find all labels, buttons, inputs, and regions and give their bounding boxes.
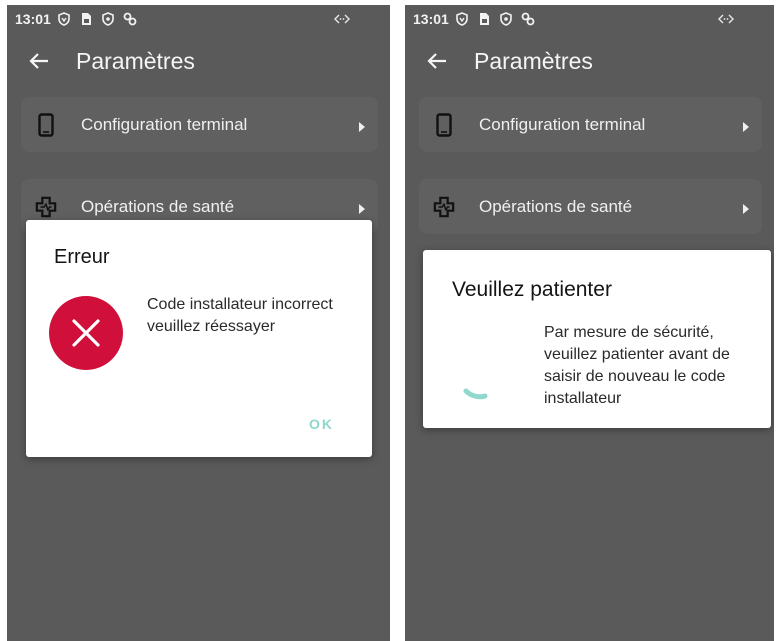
link-icon: [123, 12, 137, 26]
security-shield-icon: [101, 12, 115, 26]
phone-icon: [35, 112, 57, 138]
menu-item-label: Configuration terminal: [81, 114, 248, 134]
screen-error: 13:01 Paramètres Configuration terminal: [7, 5, 390, 641]
health-cross-icon: [35, 194, 57, 220]
chevron-right-icon: [358, 200, 366, 214]
security-shield-icon: [499, 12, 513, 26]
dialog-title: Erreur: [54, 246, 110, 268]
dialog-title: Veuillez patienter: [452, 278, 612, 301]
ethernet-icon: [718, 12, 734, 26]
ok-button[interactable]: OK: [309, 416, 334, 432]
shield-badge-icon: [455, 12, 469, 26]
menu-item-configuration-terminal[interactable]: Configuration terminal: [419, 97, 762, 152]
status-bar: 13:01: [7, 5, 390, 33]
chevron-right-icon: [742, 200, 750, 214]
page-title: Paramètres: [76, 47, 195, 74]
phone-icon: [433, 112, 455, 138]
back-arrow-icon[interactable]: [426, 50, 448, 72]
menu-item-label: Opérations de santé: [479, 196, 633, 216]
page-title: Paramètres: [474, 47, 593, 74]
app-bar: Paramètres: [405, 43, 774, 79]
loading-spinner-icon: [463, 386, 489, 402]
status-time: 13:01: [15, 11, 51, 27]
menu-item-label: Opérations de santé: [81, 196, 235, 216]
back-arrow-icon[interactable]: [28, 50, 50, 72]
menu-item-operations-sante[interactable]: Opérations de santé: [419, 179, 762, 234]
dialog-message: Code installateur incorrect veuillez rée…: [147, 296, 333, 335]
ethernet-icon: [334, 12, 350, 26]
status-time: 13:01: [413, 11, 449, 27]
chevron-right-icon: [358, 118, 366, 132]
status-bar: 13:01: [405, 5, 774, 33]
error-x-icon: [48, 295, 124, 371]
menu-item-configuration-terminal[interactable]: Configuration terminal: [21, 97, 378, 152]
sim-card-icon: [477, 12, 491, 26]
sim-card-icon: [79, 12, 93, 26]
error-dialog: Erreur Code installateur incorrect veuil…: [26, 220, 372, 457]
menu-item-label: Configuration terminal: [479, 114, 646, 134]
link-icon: [521, 12, 535, 26]
app-bar: Paramètres: [7, 43, 390, 79]
shield-badge-icon: [57, 12, 71, 26]
screen-wait: 13:01 Paramètres Configuration terminal: [405, 5, 774, 641]
chevron-right-icon: [742, 118, 750, 132]
health-cross-icon: [433, 194, 455, 220]
dialog-message: Par mesure de sécurité, veuillez patient…: [544, 324, 730, 407]
wait-dialog: Veuillez patienter Par mesure de sécurit…: [423, 250, 771, 428]
